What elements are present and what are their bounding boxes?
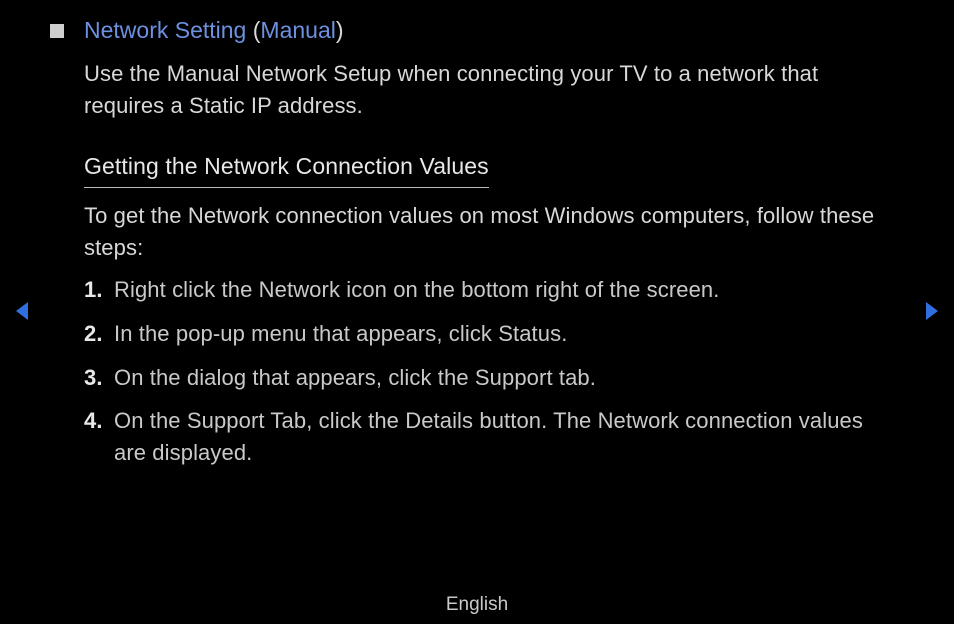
- title-close-paren: ): [336, 17, 344, 43]
- footer-language: English: [0, 594, 954, 616]
- bullet-square-icon: [50, 24, 64, 38]
- list-item: On the dialog that appears, click the Su…: [84, 362, 894, 394]
- title-open-paren: (: [246, 17, 260, 43]
- next-page-button[interactable]: [922, 300, 940, 322]
- title-mode: Manual: [260, 17, 335, 43]
- list-item: In the pop-up menu that appears, click S…: [84, 318, 894, 350]
- page-title: Network Setting (Manual): [84, 16, 344, 46]
- title-main: Network Setting: [84, 17, 246, 43]
- step-text: Right click the Network icon on the bott…: [114, 274, 719, 306]
- list-item: Right click the Network icon on the bott…: [84, 274, 894, 306]
- steps-list: Right click the Network icon on the bott…: [84, 274, 894, 469]
- subheading: Getting the Network Connection Values: [84, 150, 489, 188]
- page-title-line: Network Setting (Manual): [50, 16, 894, 46]
- prev-page-button[interactable]: [14, 300, 32, 322]
- steps-intro: To get the Network connection values on …: [84, 200, 894, 264]
- step-text: On the Support Tab, click the Details bu…: [114, 405, 894, 469]
- list-item: On the Support Tab, click the Details bu…: [84, 405, 894, 469]
- step-text: On the dialog that appears, click the Su…: [114, 362, 596, 394]
- intro-text: Use the Manual Network Setup when connec…: [84, 58, 854, 122]
- step-text: In the pop-up menu that appears, click S…: [114, 318, 567, 350]
- triangle-right-icon: [922, 300, 940, 322]
- triangle-left-icon: [14, 300, 32, 322]
